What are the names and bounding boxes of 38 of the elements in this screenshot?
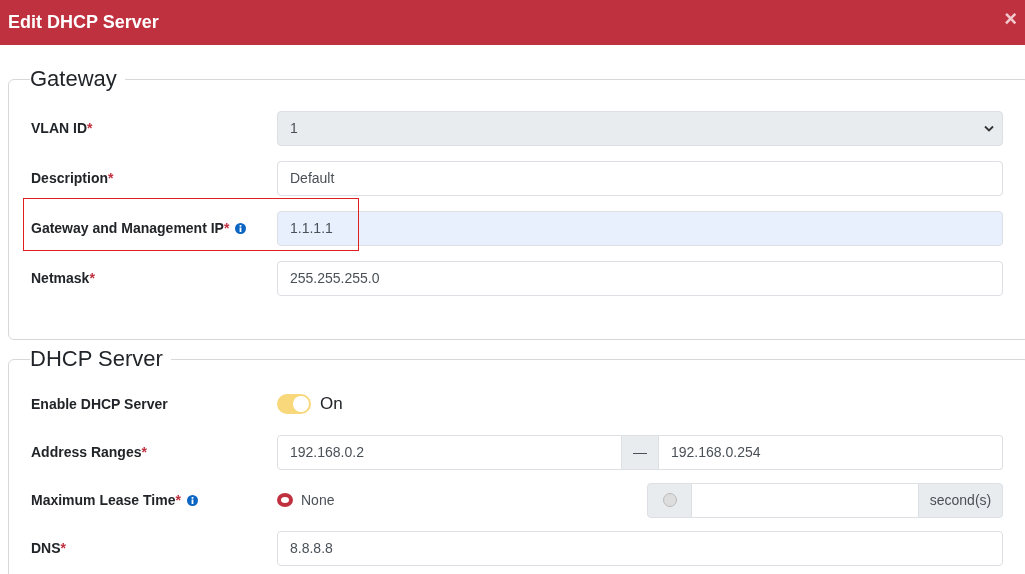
- field-label: Netmask: [31, 270, 90, 286]
- input-field[interactable]: 192.168.0.254: [659, 434, 1003, 470]
- required-mark: *: [89, 270, 95, 286]
- field-label: Address Ranges: [31, 444, 142, 460]
- radio-button[interactable]: [277, 493, 293, 507]
- field-label: Gateway and Management IP: [31, 220, 224, 236]
- info-icon[interactable]: [186, 494, 198, 506]
- toggle-state: On: [320, 394, 343, 414]
- radio-option[interactable]: None: [277, 492, 335, 508]
- unit-label: second(s): [918, 482, 1003, 518]
- field-label: DNS: [31, 540, 61, 556]
- required-mark: *: [223, 220, 230, 236]
- field-label: Enable DHCP Server: [31, 396, 168, 412]
- input-field[interactable]: Default: [277, 160, 1003, 196]
- toggle-switch[interactable]: [277, 394, 311, 414]
- required-mark: *: [141, 444, 147, 460]
- input-field[interactable]: [692, 482, 918, 518]
- input-field[interactable]: 1.1.1.1: [277, 210, 1003, 246]
- range-separator: —: [622, 434, 659, 470]
- vlan-select[interactable]: 1: [277, 110, 1003, 146]
- field-label: Description: [31, 170, 108, 186]
- required-mark: *: [108, 170, 114, 186]
- radio-button[interactable]: [662, 493, 677, 507]
- section-title: DHCP Server: [30, 346, 164, 372]
- field-label: VLAN ID: [31, 120, 87, 136]
- radio-label: None: [301, 492, 335, 508]
- input-field[interactable]: 192.168.0.2: [277, 434, 622, 470]
- section-title: Gateway: [30, 66, 118, 92]
- required-mark: *: [60, 540, 66, 556]
- input-field[interactable]: 255.255.255.0: [277, 260, 1003, 296]
- required-mark: *: [87, 120, 93, 136]
- input-field[interactable]: 8.8.8.8: [277, 530, 1003, 566]
- info-icon[interactable]: [235, 222, 247, 234]
- chevron-down-icon: [984, 124, 994, 132]
- dialog-title: Edit DHCP Server: [8, 12, 159, 33]
- close-button[interactable]: ×: [1002, 7, 1019, 30]
- field-label: Maximum Lease Time: [31, 492, 176, 508]
- required-mark: *: [175, 492, 181, 508]
